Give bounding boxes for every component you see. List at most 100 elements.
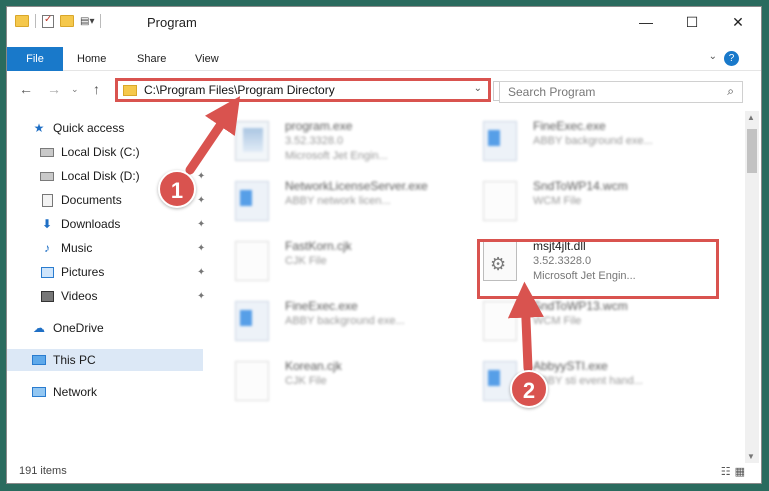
sidebar-item-label: Local Disk (D:): [61, 169, 140, 183]
network-icon: [32, 387, 46, 397]
window-title: Program: [147, 15, 197, 30]
file-name: SndToWP13.wcm: [533, 299, 628, 313]
page-icon: [483, 181, 517, 221]
toolbar-separator: [100, 14, 102, 28]
forward-arrow-icon[interactable]: →: [47, 81, 61, 97]
maximize-button[interactable]: ☐: [669, 7, 715, 37]
sidebar-item-downloads[interactable]: ⬇ Downloads ✦: [39, 213, 205, 235]
documents-icon: [41, 193, 53, 207]
quick-access-toolbar: ▤▾: [15, 14, 102, 28]
file-tile[interactable]: FineExec.exe ABBY background exe...: [223, 295, 463, 351]
sidebar-item-pictures[interactable]: Pictures ✦: [39, 261, 205, 283]
file-tile[interactable]: FastKorn.cjk CJK File: [223, 235, 463, 291]
file-detail: WCM File: [533, 195, 582, 207]
toolbar-separator: [35, 14, 36, 28]
file-detail: 3.52.3328.0: [285, 135, 344, 147]
large-icons-view-icon[interactable]: ▦: [735, 466, 749, 478]
scroll-down-icon[interactable]: ▼: [747, 452, 755, 461]
details-view-icon[interactable]: ☷: [721, 466, 735, 478]
navigation-pane: ★ Quick access Local Disk (C:) ✦ Local D…: [7, 111, 205, 463]
scroll-thumb[interactable]: [747, 129, 757, 173]
pin-icon[interactable]: ✦: [197, 291, 205, 302]
file-name: SndToWP14.wcm: [533, 179, 628, 193]
sidebar-item-this-pc[interactable]: This PC: [7, 349, 203, 371]
tab-file[interactable]: File: [7, 47, 63, 71]
tab-home[interactable]: Home: [77, 47, 106, 71]
pin-icon[interactable]: ✦: [197, 195, 205, 206]
page-icon: [483, 301, 517, 341]
file-name: program.exe: [285, 119, 353, 133]
file-tile[interactable]: NetworkLicenseServer.exe ABBY network li…: [223, 175, 463, 231]
expand-ribbon-icon[interactable]: ⌄: [709, 51, 717, 62]
file-detail: ABBY sti event hand...: [533, 375, 643, 387]
up-arrow-icon[interactable]: ↑: [93, 81, 100, 97]
star-icon: ★: [33, 121, 45, 135]
sidebar-item-label: Downloads: [61, 217, 121, 231]
recent-locations-icon[interactable]: ⌄: [71, 84, 79, 95]
new-folder-icon[interactable]: [60, 15, 74, 27]
title-bar: ▤▾ Program — ☐ ✕: [7, 7, 761, 37]
pin-icon[interactable]: ✦: [197, 171, 205, 182]
page-icon: [235, 361, 269, 401]
sidebar-item-network[interactable]: Network: [31, 381, 203, 403]
properties-icon[interactable]: [42, 14, 54, 28]
pin-icon[interactable]: ✦: [197, 147, 205, 158]
sidebar-item-videos[interactable]: Videos ✦: [39, 285, 205, 307]
help-icon[interactable]: ?: [724, 51, 739, 66]
file-tile[interactable]: program.exe 3.52.3328.0 Microsoft Jet En…: [223, 115, 463, 171]
pin-icon[interactable]: ✦: [197, 243, 205, 254]
sidebar-item-label: Network: [53, 385, 98, 399]
address-bar[interactable]: C:\Program Files\Program Directory ⌄: [115, 78, 491, 102]
sidebar-item-label: Local Disk (C:): [61, 145, 140, 159]
file-highlight-box: [477, 239, 719, 299]
folder-icon: [123, 85, 137, 96]
file-detail: CJK File: [285, 375, 327, 387]
file-tile[interactable]: Korean.cjk CJK File: [223, 355, 463, 411]
vertical-scrollbar[interactable]: ▲ ▼: [745, 111, 759, 463]
computer-icon: [32, 355, 46, 365]
music-icon: ♪: [44, 241, 50, 255]
file-detail: ABBY background exe...: [533, 135, 653, 147]
window-icon: [235, 301, 269, 341]
navigation-row: ← → ⌄ ↑ C:\Program Files\Program Directo…: [7, 73, 761, 107]
annotation-badge-2: 2: [510, 370, 548, 408]
sidebar-item-quick-access[interactable]: ★ Quick access: [31, 117, 203, 139]
file-tile[interactable]: AbbyySTI.exe ABBY sti event hand...: [471, 355, 711, 411]
back-arrow-icon[interactable]: ←: [19, 81, 33, 97]
sidebar-item-onedrive[interactable]: ☁ OneDrive: [31, 317, 203, 339]
sidebar-item-label: Music: [61, 241, 93, 255]
status-bar: 191 items ☷▦: [7, 461, 761, 483]
file-tile[interactable]: SndToWP13.wcm WCM File: [471, 295, 711, 351]
sidebar-item-label: Documents: [61, 193, 122, 207]
disk-icon: [40, 171, 54, 181]
file-name: FineExec.exe: [285, 299, 358, 313]
exe-icon: [235, 121, 269, 161]
view-toggle[interactable]: ☷▦: [721, 465, 749, 478]
scroll-up-icon[interactable]: ▲: [747, 113, 755, 122]
file-tile[interactable]: SndToWP14.wcm WCM File: [471, 175, 711, 231]
cloud-icon: ☁: [33, 321, 45, 335]
file-detail: Microsoft Jet Engin...: [285, 150, 388, 162]
close-button[interactable]: ✕: [715, 7, 761, 37]
file-name: FineExec.exe: [533, 119, 606, 133]
sidebar-item-music[interactable]: ♪ Music ✦: [39, 237, 205, 259]
search-box[interactable]: ⌕: [499, 81, 743, 103]
address-dropdown-icon[interactable]: ⌄: [474, 83, 482, 94]
pin-icon[interactable]: ✦: [197, 267, 205, 278]
sidebar-item-label: Pictures: [61, 265, 105, 279]
sidebar-item-local-disk-c[interactable]: Local Disk (C:) ✦: [39, 141, 205, 163]
disk-icon: [40, 147, 54, 157]
address-path[interactable]: C:\Program Files\Program Directory: [144, 83, 335, 97]
search-icon[interactable]: ⌕: [727, 84, 734, 99]
search-input[interactable]: [508, 84, 708, 100]
tab-view[interactable]: View: [195, 47, 219, 71]
file-name: NetworkLicenseServer.exe: [285, 179, 428, 193]
pin-icon[interactable]: ✦: [197, 219, 205, 230]
customize-toolbar-icon[interactable]: ▤▾: [80, 16, 94, 27]
file-name: AbbyySTI.exe: [533, 359, 608, 373]
window-icon: [235, 181, 269, 221]
file-tile[interactable]: FineExec.exe ABBY background exe...: [471, 115, 711, 171]
sidebar-item-label: Videos: [61, 289, 98, 303]
minimize-button[interactable]: —: [623, 7, 669, 37]
tab-share[interactable]: Share: [137, 47, 166, 71]
